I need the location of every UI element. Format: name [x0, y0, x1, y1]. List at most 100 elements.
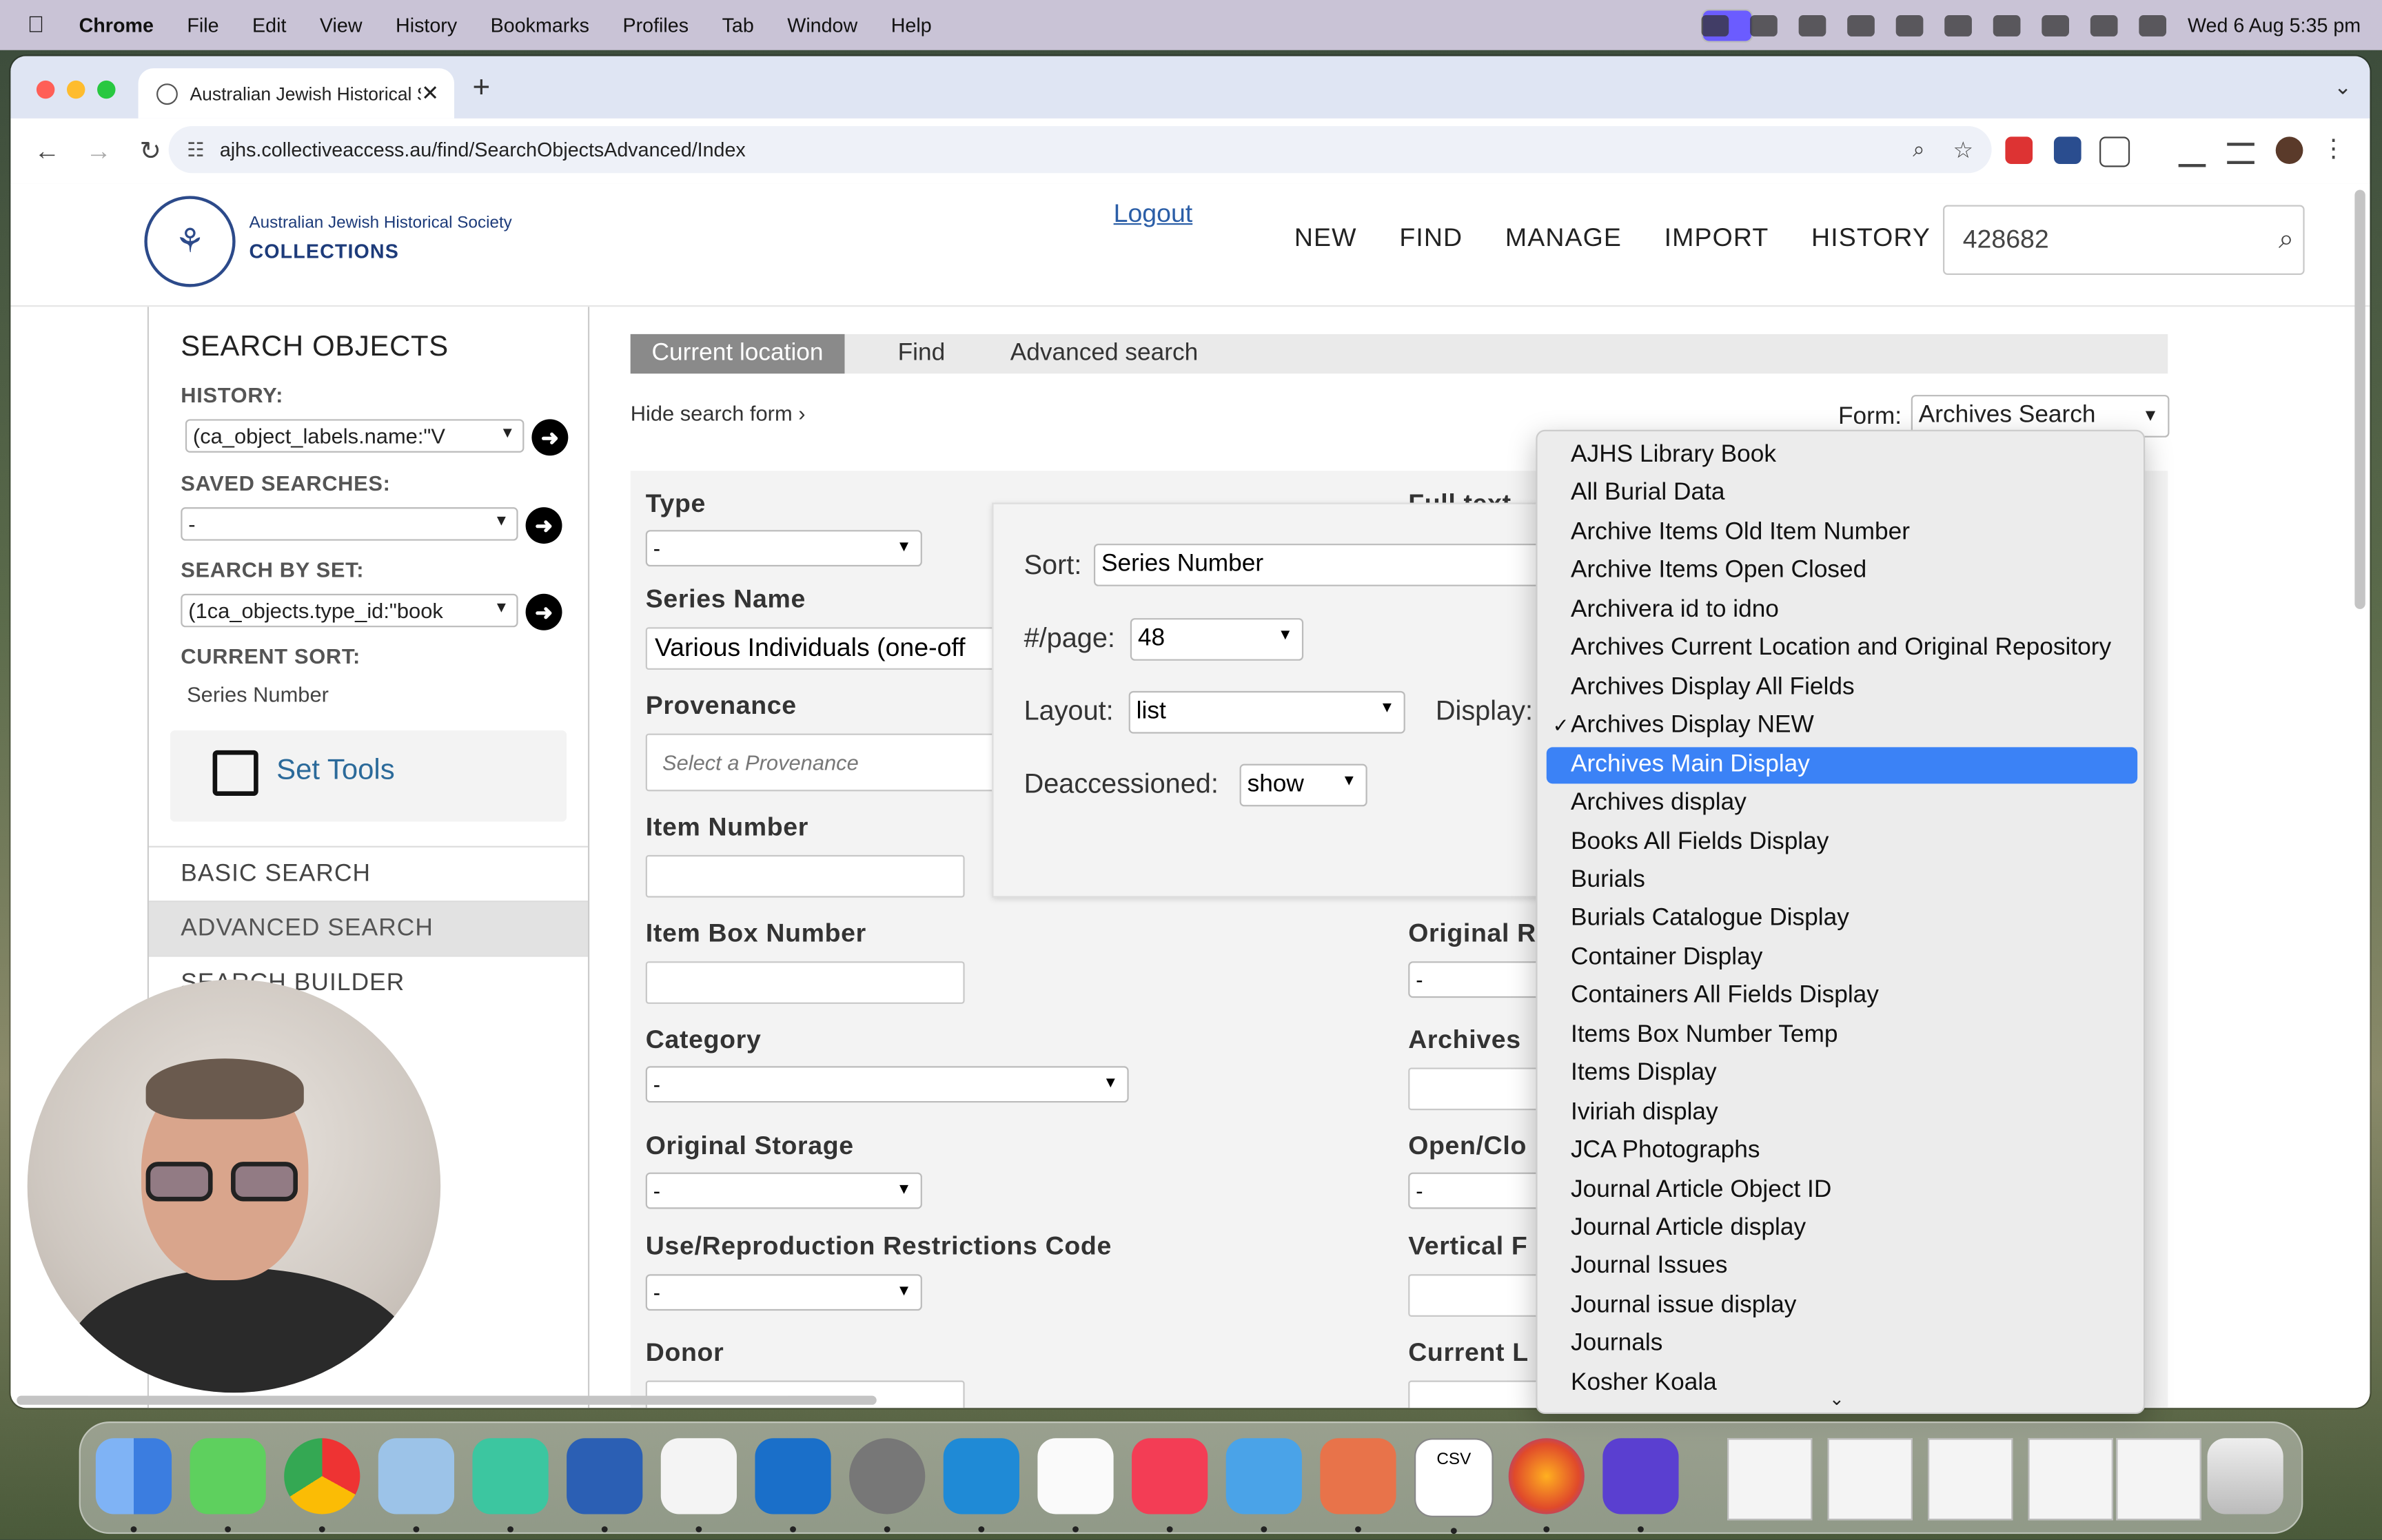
outlook-icon[interactable] — [755, 1438, 831, 1532]
reload-icon[interactable]: ↻ — [135, 136, 165, 166]
menu-bookmarks[interactable]: Bookmarks — [491, 14, 589, 37]
display-option[interactable]: Archive Items Old Item Number — [1547, 515, 2137, 551]
history-select[interactable]: (ca_object_labels.name:"V ▼ — [185, 419, 525, 453]
apple-icon[interactable]:  — [28, 12, 52, 38]
display-option[interactable]: Journal Article display — [1547, 1211, 2137, 1247]
reminders-icon[interactable] — [1037, 1438, 1114, 1532]
system-settings-icon[interactable] — [849, 1438, 926, 1532]
grammarly-app-icon[interactable] — [1602, 1438, 1679, 1532]
iphone-mirroring-icon[interactable] — [1320, 1438, 1396, 1532]
new-tab-plus-icon[interactable]: + — [472, 72, 490, 107]
logo-collections[interactable]: COLLECTIONS — [249, 240, 398, 263]
site-info-icon[interactable]: ☷ — [187, 137, 205, 161]
search-icon[interactable]: ⌕ — [2279, 223, 2294, 255]
grammarly-icon[interactable] — [1701, 14, 1729, 36]
nav-new[interactable]: NEW — [1294, 223, 1357, 254]
control-center-icon[interactable] — [2139, 14, 2167, 36]
menu-file[interactable]: File — [187, 14, 218, 37]
grid-dots-icon[interactable] — [1895, 14, 1924, 36]
butterfly-icon[interactable] — [1944, 14, 1973, 36]
menu-profiles[interactable]: Profiles — [623, 14, 689, 37]
profile-avatar[interactable] — [2275, 136, 2303, 165]
nav-import[interactable]: IMPORT — [1665, 223, 1769, 254]
firefox-icon[interactable] — [1508, 1438, 1585, 1532]
display-option[interactable]: JCA Photographs — [1547, 1133, 2137, 1169]
url-text[interactable]: ajhs.collectiveaccess.au/find/SearchObje… — [220, 138, 746, 161]
hide-search-form-link[interactable]: Hide search form › — [631, 401, 806, 425]
minimize-window-icon[interactable] — [66, 80, 85, 99]
logout-link[interactable]: Logout — [1114, 199, 1193, 229]
search-by-set-select[interactable]: (1ca_objects.type_id:"book ▼ — [181, 593, 518, 628]
display-option[interactable]: Containers All Fields Display — [1547, 978, 2137, 1015]
current-l-input[interactable] — [1408, 1380, 1545, 1408]
page-scrollbar-thumb[interactable] — [2354, 189, 2365, 609]
menu-window[interactable]: Window — [787, 14, 857, 37]
csv-editor-icon[interactable]: CSV — [1414, 1438, 1494, 1534]
page-scrollbar[interactable] — [2354, 184, 2367, 1408]
menu-edit[interactable]: Edit — [252, 14, 286, 37]
textedit-icon[interactable] — [660, 1438, 737, 1532]
display-option[interactable]: Items Display — [1547, 1056, 2137, 1092]
archives-input[interactable] — [1408, 1067, 1545, 1111]
nav-manage[interactable]: MANAGE — [1505, 223, 1622, 254]
set-tools-button[interactable]: Set Tools — [170, 730, 567, 822]
bluetooth-icon[interactable] — [1993, 14, 2021, 36]
type-select[interactable]: - ▼ — [645, 530, 922, 567]
menu-view[interactable]: View — [320, 14, 363, 37]
display-option[interactable]: Kosher Koala — [1547, 1365, 2137, 1402]
word-icon[interactable] — [567, 1438, 643, 1532]
category-select[interactable]: - ▼ — [645, 1066, 1129, 1103]
nav-history[interactable]: HISTORY — [1811, 223, 1931, 254]
address-bar[interactable]: ☷ ajhs.collectiveaccess.au/find/SearchOb… — [168, 125, 1992, 174]
display-option[interactable]: Burials — [1547, 863, 2137, 899]
vertical-f-input[interactable] — [1408, 1274, 1545, 1317]
deaccessioned-select[interactable]: show ▼ — [1239, 763, 1367, 807]
breadcrumb-current-location[interactable]: Current location — [630, 333, 845, 374]
search-by-set-go-icon[interactable]: ➜ — [525, 593, 562, 630]
original-storage-select[interactable]: - ▼ — [645, 1172, 922, 1209]
display-option[interactable]: AJHS Library Book — [1547, 438, 2137, 474]
item-number-input[interactable] — [645, 854, 965, 898]
display-option[interactable]: Journals — [1547, 1326, 2137, 1363]
breadcrumb-find[interactable]: Find — [898, 334, 946, 373]
more-menu-icon[interactable]: ⋮ — [2321, 134, 2345, 164]
back-arrow-icon[interactable]: ← — [32, 136, 62, 166]
series-name-input[interactable]: Various Individuals (one-off — [645, 627, 1010, 670]
display-option[interactable]: Archivera id to idno — [1547, 592, 2137, 628]
extensions-puzzle-icon[interactable] — [2099, 136, 2130, 167]
history-go-icon[interactable]: ➜ — [531, 419, 569, 456]
menu-history[interactable]: History — [396, 14, 457, 37]
provenance-input[interactable]: Select a Provenance — [645, 733, 1010, 792]
preview-icon[interactable] — [378, 1438, 455, 1532]
display-option[interactable]: Archives Main Display — [1546, 746, 2138, 783]
saved-searches-go-icon[interactable]: ➜ — [525, 507, 562, 544]
original-r-select[interactable]: - — [1408, 961, 1545, 998]
menu-tab[interactable]: Tab — [722, 14, 754, 37]
society-emblem-logo[interactable]: ⚘ — [144, 196, 236, 287]
minimized-window-thumbnail[interactable] — [1727, 1438, 1813, 1521]
display-option[interactable]: Burials Catalogue Display — [1547, 901, 2137, 938]
nav-find[interactable]: FIND — [1399, 223, 1463, 254]
music-icon[interactable] — [1132, 1438, 1208, 1532]
dollar-icon[interactable] — [1798, 14, 1826, 36]
extension-blue-icon[interactable] — [2053, 136, 2081, 165]
use-reproduction-select[interactable]: - ▼ — [645, 1274, 922, 1311]
forward-arrow-icon[interactable]: → — [83, 136, 114, 166]
display-option[interactable]: Journal Article Object ID — [1547, 1172, 2137, 1209]
quick-search-input[interactable]: 428682 ⌕ — [1943, 205, 2305, 275]
display-option[interactable]: Journal issue display — [1547, 1288, 2137, 1324]
horizontal-scrollbar-thumb[interactable] — [17, 1395, 877, 1405]
per-page-select[interactable]: 48 ▼ — [1130, 618, 1304, 661]
shield-icon[interactable] — [1847, 14, 1875, 36]
display-option[interactable]: Archives Current Location and Original R… — [1547, 630, 2137, 667]
messages-icon[interactable] — [190, 1438, 266, 1532]
chrome-icon[interactable] — [284, 1438, 360, 1532]
vscode-icon[interactable] — [943, 1438, 1019, 1532]
close-tab-icon[interactable]: ✕ — [421, 81, 439, 106]
minimized-window-thumbnail[interactable] — [2028, 1438, 2113, 1521]
display-option[interactable]: ✓ Archives Display NEW — [1547, 708, 2137, 744]
menubar-clock[interactable]: Wed 6 Aug 5:35 pm — [2188, 14, 2361, 37]
logo-society-name[interactable]: Australian Jewish Historical Society — [249, 214, 511, 232]
tab-search-chevron-icon[interactable]: ⌄ — [2334, 74, 2352, 100]
open-closed-select[interactable]: - — [1408, 1172, 1545, 1209]
